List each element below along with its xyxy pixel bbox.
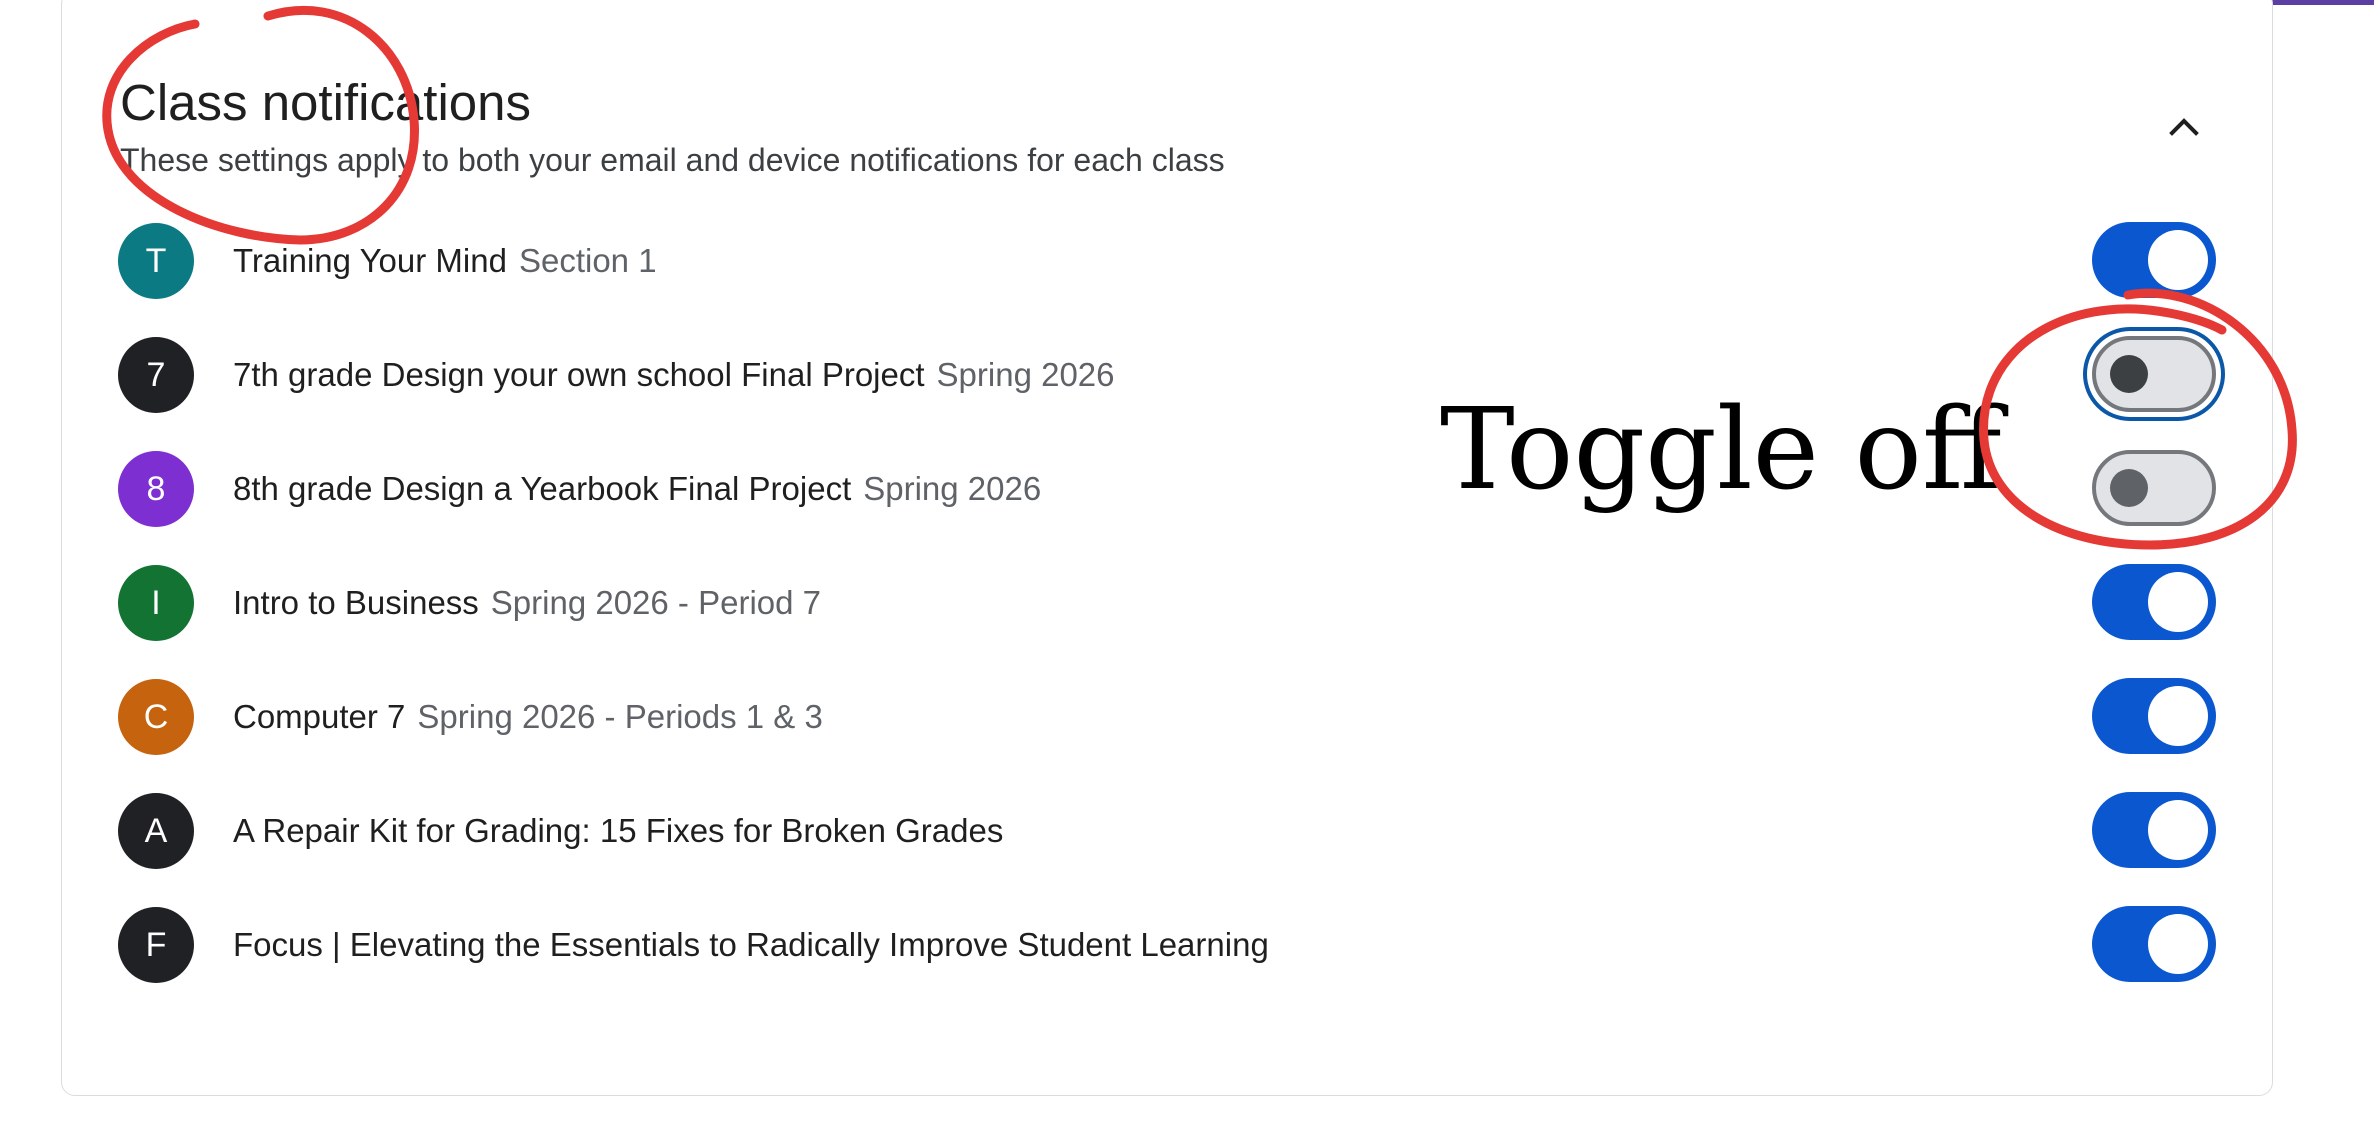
toggle-knob — [2110, 355, 2148, 393]
class-avatar: 8 — [118, 451, 194, 527]
toggle-knob — [2148, 572, 2208, 632]
class-section: Spring 2026 — [936, 356, 1115, 393]
class-name: Computer 7 — [233, 698, 406, 735]
class-row: T Training Your Mind Section 1 — [118, 221, 2218, 301]
class-section: Spring 2026 - Period 7 — [490, 584, 822, 621]
toggle-knob — [2110, 469, 2148, 507]
class-text: Focus | Elevating the Essentials to Radi… — [233, 925, 1269, 965]
class-name: Intro to Business — [233, 584, 479, 621]
class-text: Intro to Business Spring 2026 - Period 7 — [233, 583, 821, 623]
class-avatar: C — [118, 679, 194, 755]
class-text: A Repair Kit for Grading: 15 Fixes for B… — [233, 811, 1003, 851]
notification-toggle[interactable] — [2092, 222, 2216, 298]
class-list: T Training Your Mind Section 1 7 7th grad… — [0, 0, 2374, 1130]
class-name: Focus | Elevating the Essentials to Radi… — [233, 926, 1269, 963]
class-avatar: 7 — [118, 337, 194, 413]
notification-toggle[interactable] — [2092, 792, 2216, 868]
class-text: 7th grade Design your own school Final P… — [233, 355, 1115, 395]
notification-toggle[interactable] — [2092, 336, 2216, 412]
class-row: I Intro to Business Spring 2026 - Period … — [118, 563, 2218, 643]
class-row: A A Repair Kit for Grading: 15 Fixes for… — [118, 791, 2218, 871]
class-avatar: F — [118, 907, 194, 983]
class-text: Training Your Mind Section 1 — [233, 241, 657, 281]
class-section: Spring 2026 - Periods 1 & 3 — [417, 698, 823, 735]
class-avatar: A — [118, 793, 194, 869]
class-name: Training Your Mind — [233, 242, 507, 279]
class-row: C Computer 7 Spring 2026 - Periods 1 & 3 — [118, 677, 2218, 757]
notification-toggle[interactable] — [2092, 450, 2216, 526]
toggle-knob — [2148, 800, 2208, 860]
toggle-knob — [2148, 914, 2208, 974]
class-section: Section 1 — [518, 242, 657, 279]
annotation-label: Toggle off — [1440, 385, 2002, 515]
class-text: 8th grade Design a Yearbook Final Projec… — [233, 469, 1041, 509]
toggle-knob — [2148, 230, 2208, 290]
class-name: 8th grade Design a Yearbook Final Projec… — [233, 470, 852, 507]
toggle-knob — [2148, 686, 2208, 746]
notification-toggle[interactable] — [2092, 678, 2216, 754]
notification-toggle[interactable] — [2092, 564, 2216, 640]
class-section: Spring 2026 — [863, 470, 1042, 507]
class-text: Computer 7 Spring 2026 - Periods 1 & 3 — [233, 697, 823, 737]
class-name: 7th grade Design your own school Final P… — [233, 356, 925, 393]
notification-toggle[interactable] — [2092, 906, 2216, 982]
class-avatar: I — [118, 565, 194, 641]
class-avatar: T — [118, 223, 194, 299]
class-name: A Repair Kit for Grading: 15 Fixes for B… — [233, 812, 1004, 849]
class-row: F Focus | Elevating the Essentials to Ra… — [118, 905, 2218, 985]
